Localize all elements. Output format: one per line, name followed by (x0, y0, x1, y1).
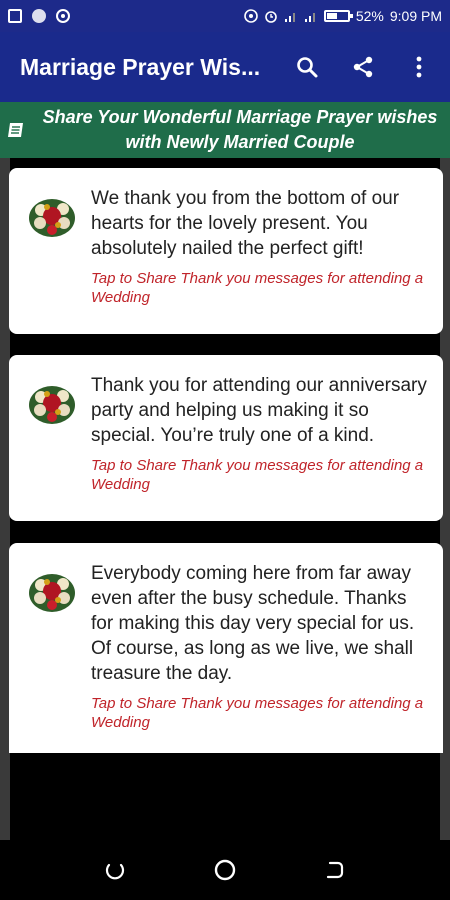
message-card[interactable]: Thank you for attending our anniversary … (9, 355, 443, 521)
status-system: 52% 9:09 PM (244, 8, 442, 24)
home-button[interactable] (210, 855, 240, 885)
share-button[interactable] (348, 52, 378, 82)
recents-button[interactable] (100, 855, 130, 885)
document-icon (8, 123, 23, 137)
clock: 9:09 PM (389, 8, 442, 24)
message-card[interactable]: We thank you from the bottom of our hear… (9, 168, 443, 334)
card-message: Thank you for attending our anniversary … (91, 375, 427, 446)
more-options-button[interactable] (404, 52, 434, 82)
search-icon (297, 57, 318, 78)
status-bar: 52% 9:09 PM (0, 0, 450, 32)
search-button[interactable] (292, 52, 322, 82)
signal-icon (284, 13, 295, 22)
battery-icon (323, 10, 353, 22)
card-message: Everybody coming here from far away even… (91, 563, 415, 684)
bouquet-icon (29, 199, 75, 237)
battery-percent: 52% (355, 8, 384, 24)
app-bar: Marriage Prayer Wis... (0, 32, 450, 102)
gallery-icon (8, 9, 22, 23)
bouquet-icon (29, 574, 75, 612)
system-nav-bar (0, 840, 450, 900)
record-icon (56, 9, 70, 23)
message-list[interactable]: We thank you from the bottom of our hear… (0, 158, 450, 840)
card-message: We thank you from the bottom of our hear… (91, 188, 400, 259)
back-icon (326, 861, 344, 879)
card-share-hint: Tap to Share Thank you messages for atte… (91, 695, 424, 731)
bouquet-icon (29, 386, 75, 424)
app-title: Marriage Prayer Wis... (20, 53, 261, 80)
more-vert-icon (416, 56, 422, 78)
signal-icon (304, 13, 315, 22)
status-notifications (8, 9, 70, 23)
card-share-hint: Tap to Share Thank you messages for atte… (91, 270, 424, 306)
share-banner[interactable]: Share Your Wonderful Marriage Prayer wis… (0, 102, 450, 158)
home-icon (214, 859, 236, 881)
banner-text: Share Your Wonderful Marriage Prayer wis… (42, 107, 438, 152)
card-share-hint: Tap to Share Thank you messages for atte… (91, 457, 424, 493)
recents-icon (105, 863, 125, 880)
hotspot-icon (244, 9, 258, 23)
share-icon (353, 56, 373, 78)
back-button[interactable] (320, 855, 350, 885)
alarm-icon (265, 11, 277, 23)
message-card[interactable]: Everybody coming here from far away even… (9, 543, 443, 753)
dot-icon (32, 9, 46, 23)
